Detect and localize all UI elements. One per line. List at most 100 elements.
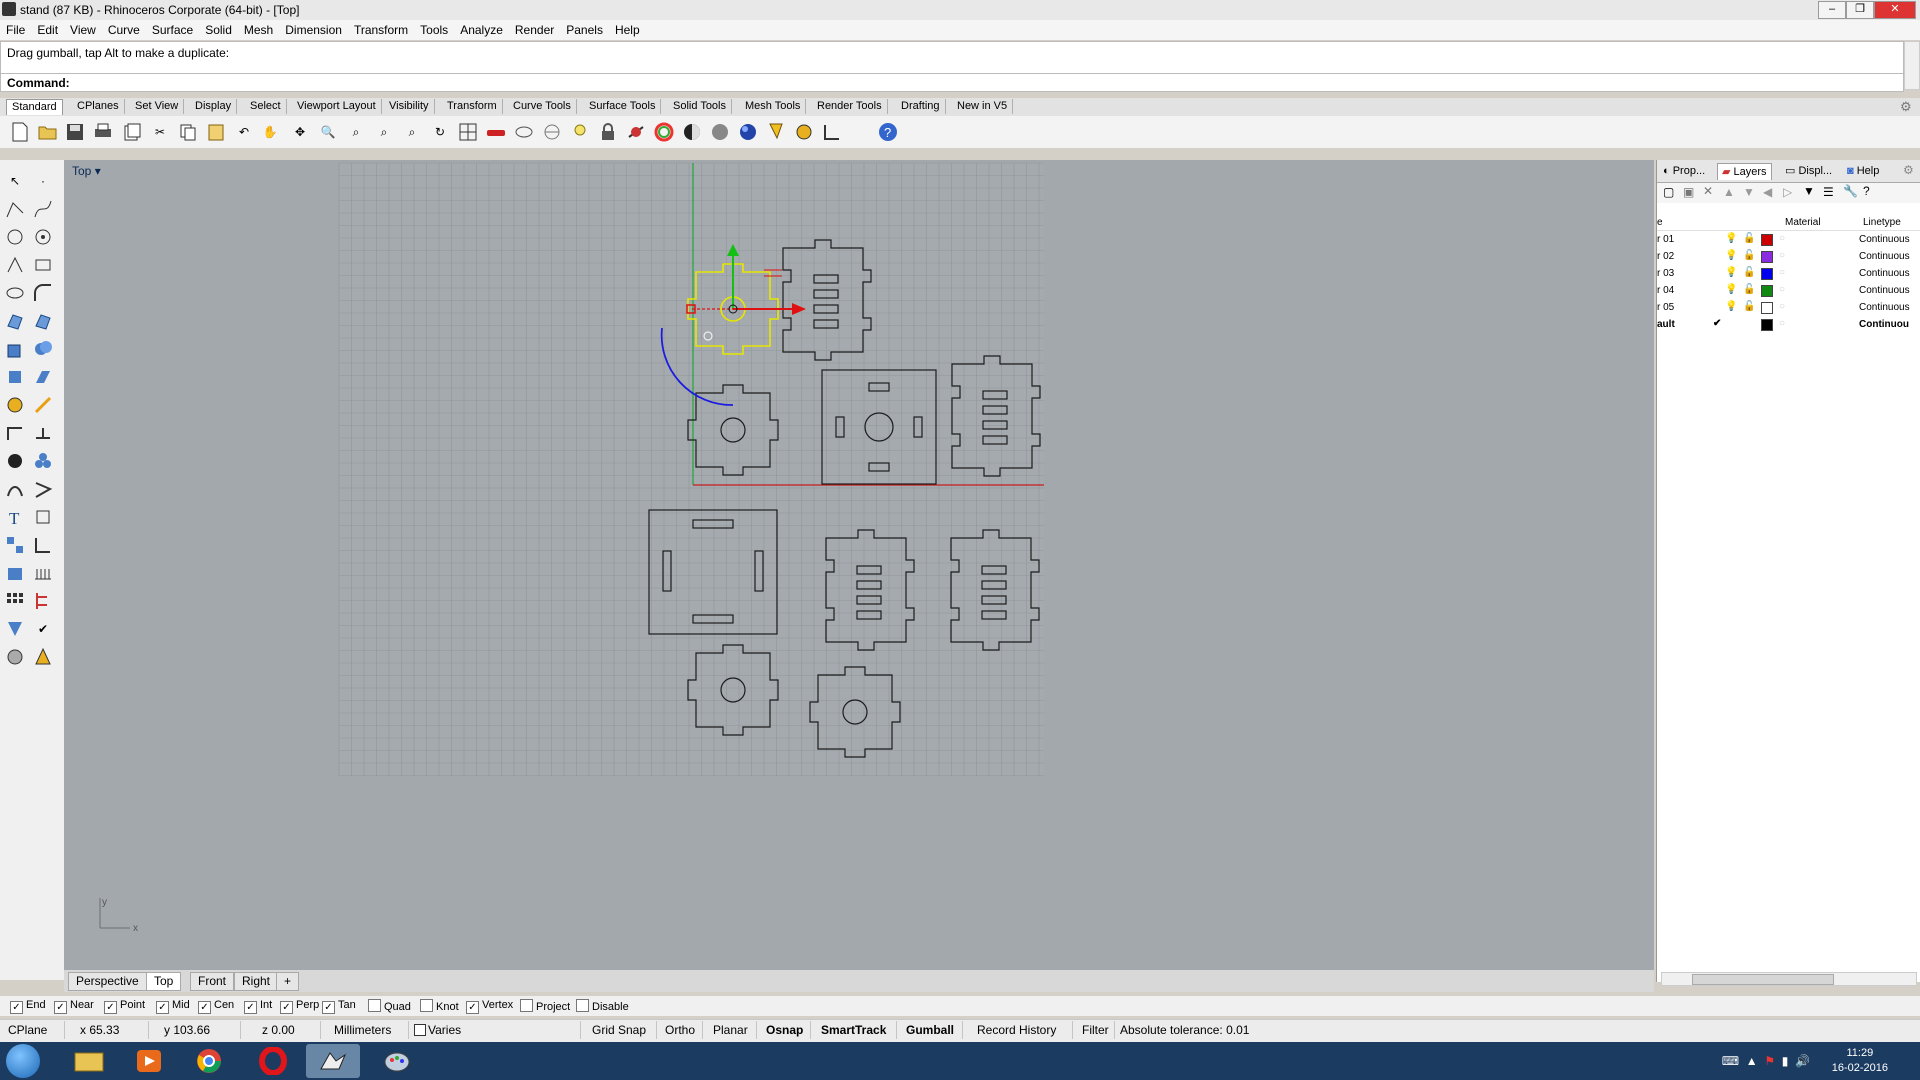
network-icon[interactable]: ▮ [1782, 1054, 1789, 1068]
light-tool-icon[interactable] [30, 644, 56, 670]
osnap-quad[interactable]: Quad [368, 999, 411, 1013]
extrude-icon[interactable] [30, 364, 56, 390]
osnap-checkbox[interactable] [520, 999, 533, 1012]
text-icon[interactable]: T [2, 504, 28, 530]
wrench-icon[interactable]: 🔧 [1843, 184, 1858, 198]
osnap-checkbox[interactable]: ✓ [280, 1001, 293, 1014]
menu-file[interactable]: File [0, 20, 31, 37]
tab-select[interactable]: Select [245, 99, 287, 114]
osnap-near[interactable]: ✓ Near [54, 999, 94, 1014]
scale-icon[interactable] [30, 532, 56, 558]
save-icon[interactable] [63, 120, 87, 144]
cut-icon[interactable]: ✂ [148, 120, 172, 144]
shade-icon[interactable] [680, 120, 704, 144]
menu-surface[interactable]: Surface [146, 20, 199, 37]
move-down-icon[interactable]: ▼ [1743, 185, 1755, 199]
rhino-taskbar-icon[interactable] [306, 1044, 360, 1078]
osnap-point[interactable]: ✓ Point [104, 999, 145, 1014]
osnap-int[interactable]: ✓ Int [244, 999, 272, 1014]
tab-top[interactable]: Top [146, 972, 182, 991]
menu-edit[interactable]: Edit [31, 20, 64, 37]
layer-material-icon[interactable]: ○ [1779, 284, 1785, 295]
layer-help-icon[interactable]: ? [1863, 184, 1870, 198]
osnap-checkbox[interactable]: ✓ [466, 1001, 479, 1014]
close-button[interactable]: ✕ [1874, 1, 1916, 19]
select-arrow-icon[interactable]: ↖ [2, 168, 28, 194]
layer-lock-icon[interactable]: 🔓 [1743, 301, 1755, 312]
menu-transform[interactable]: Transform [348, 20, 414, 37]
ellipse-tool-icon[interactable] [2, 280, 28, 306]
viewport-title[interactable]: Top ▾ [72, 164, 101, 178]
tab-perspective[interactable]: Perspective [68, 972, 147, 991]
osnap-checkbox[interactable]: ✓ [198, 1001, 211, 1014]
opera-icon[interactable] [246, 1044, 300, 1078]
help-icon[interactable]: ? [876, 120, 900, 144]
mesh-icon[interactable] [2, 392, 28, 418]
zoom-selected-icon[interactable]: ⌕ [400, 120, 424, 144]
layer-name[interactable]: ault [1657, 319, 1675, 330]
layer-linetype[interactable]: Continuous [1859, 251, 1910, 262]
layer-color-swatch[interactable] [1761, 319, 1773, 331]
cplane-label[interactable]: CPlane [8, 1023, 47, 1037]
circle-icon[interactable] [2, 224, 28, 250]
render-icon[interactable] [708, 120, 732, 144]
ortho-toggle[interactable]: Ortho [665, 1023, 695, 1037]
zoom-redo-icon[interactable]: ↻ [428, 120, 452, 144]
block-icon[interactable] [2, 560, 28, 586]
split-icon[interactable] [30, 476, 56, 502]
filter-icon[interactable]: ▼ [1803, 184, 1815, 198]
record-history-toggle[interactable]: Record History [977, 1023, 1056, 1037]
snap-icon[interactable] [540, 120, 564, 144]
rectangle-icon[interactable] [30, 252, 56, 278]
layer-list-icon[interactable]: ☰ [1823, 185, 1834, 199]
tab-front[interactable]: Front [190, 972, 235, 991]
command-scrollbar[interactable] [1904, 41, 1920, 90]
car-icon[interactable] [484, 120, 508, 144]
copy-icon[interactable] [176, 120, 200, 144]
tab-viewport-layout[interactable]: Viewport Layout [292, 99, 382, 114]
move-up-icon[interactable]: ▲ [1723, 185, 1735, 199]
layer-lock-icon[interactable]: 🔓 [1743, 250, 1755, 261]
menu-render[interactable]: Render [509, 20, 560, 37]
menu-view[interactable]: View [64, 20, 102, 37]
cylinder-icon[interactable] [2, 364, 28, 390]
keyboard-icon[interactable]: ⌨ [1722, 1054, 1739, 1068]
menu-solid[interactable]: Solid [199, 20, 238, 37]
tab-drafting[interactable]: Drafting [896, 99, 946, 114]
light-icon[interactable] [568, 120, 592, 144]
layer-linetype[interactable]: Continuou [1859, 319, 1909, 330]
print-icon[interactable] [91, 120, 115, 144]
dimension-icon[interactable] [820, 120, 844, 144]
osnap-checkbox[interactable]: ✓ [322, 1001, 335, 1014]
layer-row[interactable]: r 03 💡 🔓 ○ Continuous [1657, 265, 1920, 282]
osnap-checkbox[interactable] [576, 999, 589, 1012]
transform-icon[interactable] [30, 504, 56, 530]
tab-solid-tools[interactable]: Solid Tools [668, 99, 732, 114]
viewport-canvas[interactable]: y x [64, 160, 1654, 970]
color-wheel-icon[interactable] [652, 120, 676, 144]
start-button[interactable] [6, 1044, 40, 1078]
maximize-button[interactable]: ❐ [1846, 1, 1874, 19]
curve-icon[interactable] [30, 196, 56, 222]
array-icon[interactable] [2, 532, 28, 558]
zoom-icon[interactable]: 🔍 [316, 120, 340, 144]
menu-help[interactable]: Help [609, 20, 646, 37]
layer-visible-bulb-icon[interactable]: 💡 [1725, 301, 1737, 312]
surface-icon[interactable] [2, 308, 28, 334]
solid-union-icon[interactable] [30, 336, 56, 362]
viewport-name[interactable]: Top [72, 164, 91, 178]
smarttrack-toggle[interactable]: SmartTrack [821, 1023, 886, 1037]
tab-layers[interactable]: ▰ Layers [1717, 163, 1772, 180]
open-icon[interactable] [36, 120, 60, 144]
dimension-tool-icon[interactable] [2, 420, 28, 446]
viewport-grid-icon[interactable] [456, 120, 480, 144]
layer-material-icon[interactable]: ○ [1779, 267, 1785, 278]
viewport-top[interactable]: y x Top ▾ [64, 160, 1654, 970]
layer-name[interactable]: r 01 [1657, 234, 1674, 245]
layer-visible-bulb-icon[interactable]: 💡 [1725, 250, 1737, 261]
shade-tool-icon[interactable] [2, 644, 28, 670]
media-player-icon[interactable] [122, 1044, 176, 1078]
paint-taskbar-icon[interactable] [370, 1044, 424, 1078]
osnap-tan[interactable]: ✓ Tan [322, 999, 356, 1014]
osnap-perp[interactable]: ✓ Perp [280, 999, 319, 1014]
